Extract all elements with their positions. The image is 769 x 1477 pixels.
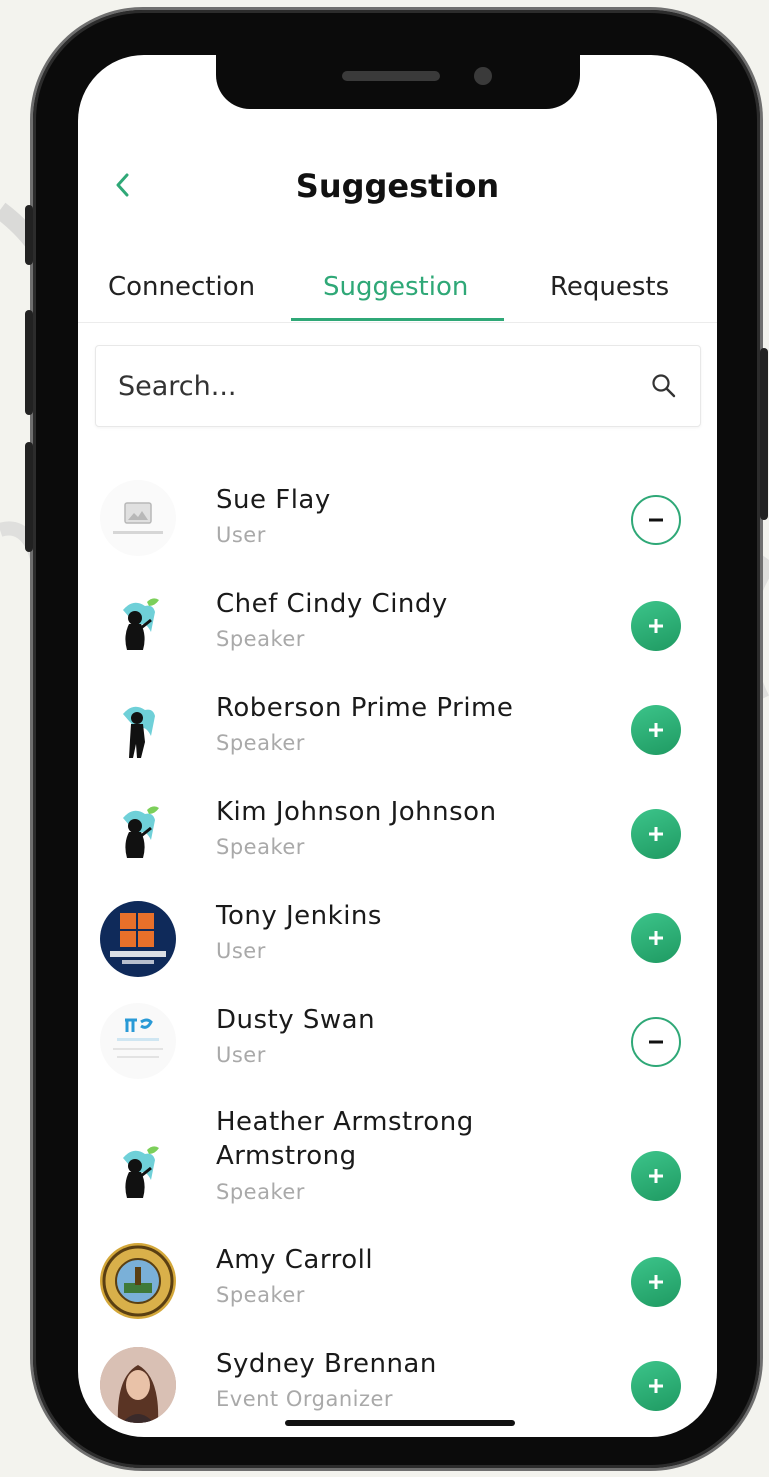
plus-icon	[649, 619, 663, 633]
home-indicator	[285, 1420, 515, 1426]
user-name: Kim Johnson Johnson	[216, 797, 497, 827]
add-connection-button[interactable]	[631, 1151, 681, 1201]
active-tab-indicator	[291, 318, 504, 321]
user-role: Speaker	[216, 1283, 305, 1307]
avatar	[100, 1003, 176, 1079]
tab-connection[interactable]: Connection	[108, 272, 255, 302]
search-icon[interactable]	[650, 372, 678, 400]
add-connection-button[interactable]	[631, 1257, 681, 1307]
search-input[interactable]	[116, 360, 620, 412]
page-title: Suggestion	[295, 167, 500, 205]
avatar	[100, 693, 176, 769]
phone-frame: Suggestion Connection Suggestion Request…	[25, 10, 768, 1468]
plus-icon	[649, 931, 663, 945]
avatar	[100, 1347, 176, 1423]
avatar	[100, 480, 176, 556]
user-name: Heather Armstrong Armstrong	[216, 1107, 474, 1171]
user-name: Roberson Prime Prime	[216, 693, 514, 723]
image-placeholder-icon	[113, 502, 163, 534]
speaker-silhouette-icon	[123, 706, 155, 758]
minus-icon	[649, 518, 663, 522]
avatar	[100, 1243, 176, 1319]
county-seal-logo	[102, 1245, 174, 1317]
page-header: Suggestion	[78, 155, 717, 215]
profile-photo	[100, 1347, 176, 1423]
plus-icon	[649, 723, 663, 737]
user-role: Speaker	[216, 1180, 305, 1204]
add-connection-button[interactable]	[631, 809, 681, 859]
speaker-silhouette-icon	[123, 1146, 159, 1198]
user-name: Sydney Brennan	[216, 1349, 437, 1379]
user-role: User	[216, 523, 266, 547]
plus-icon	[649, 1275, 663, 1289]
tab-requests[interactable]: Requests	[550, 272, 669, 302]
user-role: User	[216, 939, 266, 963]
add-connection-button[interactable]	[631, 913, 681, 963]
notch	[216, 55, 580, 109]
earpiece-speaker	[342, 71, 440, 81]
user-name: Tony Jenkins	[216, 901, 382, 931]
speaker-silhouette-icon	[123, 598, 159, 650]
user-name: Sue Flay	[216, 485, 331, 515]
speaker-silhouette-icon	[123, 806, 159, 858]
user-role: Speaker	[216, 731, 305, 755]
front-camera	[474, 67, 492, 85]
remove-connection-button[interactable]	[631, 1017, 681, 1067]
user-role: Speaker	[216, 627, 305, 651]
search-box	[95, 345, 701, 427]
plus-icon	[649, 827, 663, 841]
user-name: Amy Carroll	[216, 1245, 374, 1275]
add-connection-button[interactable]	[631, 705, 681, 755]
volume-up-button	[25, 310, 33, 415]
remove-connection-button[interactable]	[631, 495, 681, 545]
user-role: Event Organizer	[216, 1387, 394, 1411]
ocps-logo	[110, 913, 166, 964]
tab-suggestion[interactable]: Suggestion	[323, 272, 468, 302]
power-button	[760, 348, 768, 520]
minus-icon	[649, 1040, 663, 1044]
avatar	[100, 797, 176, 873]
avatar	[100, 901, 176, 977]
plus-icon	[649, 1169, 663, 1183]
plus-icon	[649, 1379, 663, 1393]
app-screen: Suggestion Connection Suggestion Request…	[78, 55, 717, 1437]
avatar	[100, 1137, 176, 1213]
avatar	[100, 589, 176, 665]
tab-bar: Connection Suggestion Requests	[78, 260, 717, 323]
volume-down-button	[25, 442, 33, 552]
user-name: Chef Cindy Cindy	[216, 589, 448, 619]
fig-logo	[113, 1018, 163, 1058]
user-role: Speaker	[216, 835, 305, 859]
add-connection-button[interactable]	[631, 1361, 681, 1411]
mute-switch	[25, 205, 33, 265]
add-connection-button[interactable]	[631, 601, 681, 651]
user-name: Dusty Swan	[216, 1005, 376, 1035]
user-role: User	[216, 1043, 266, 1067]
